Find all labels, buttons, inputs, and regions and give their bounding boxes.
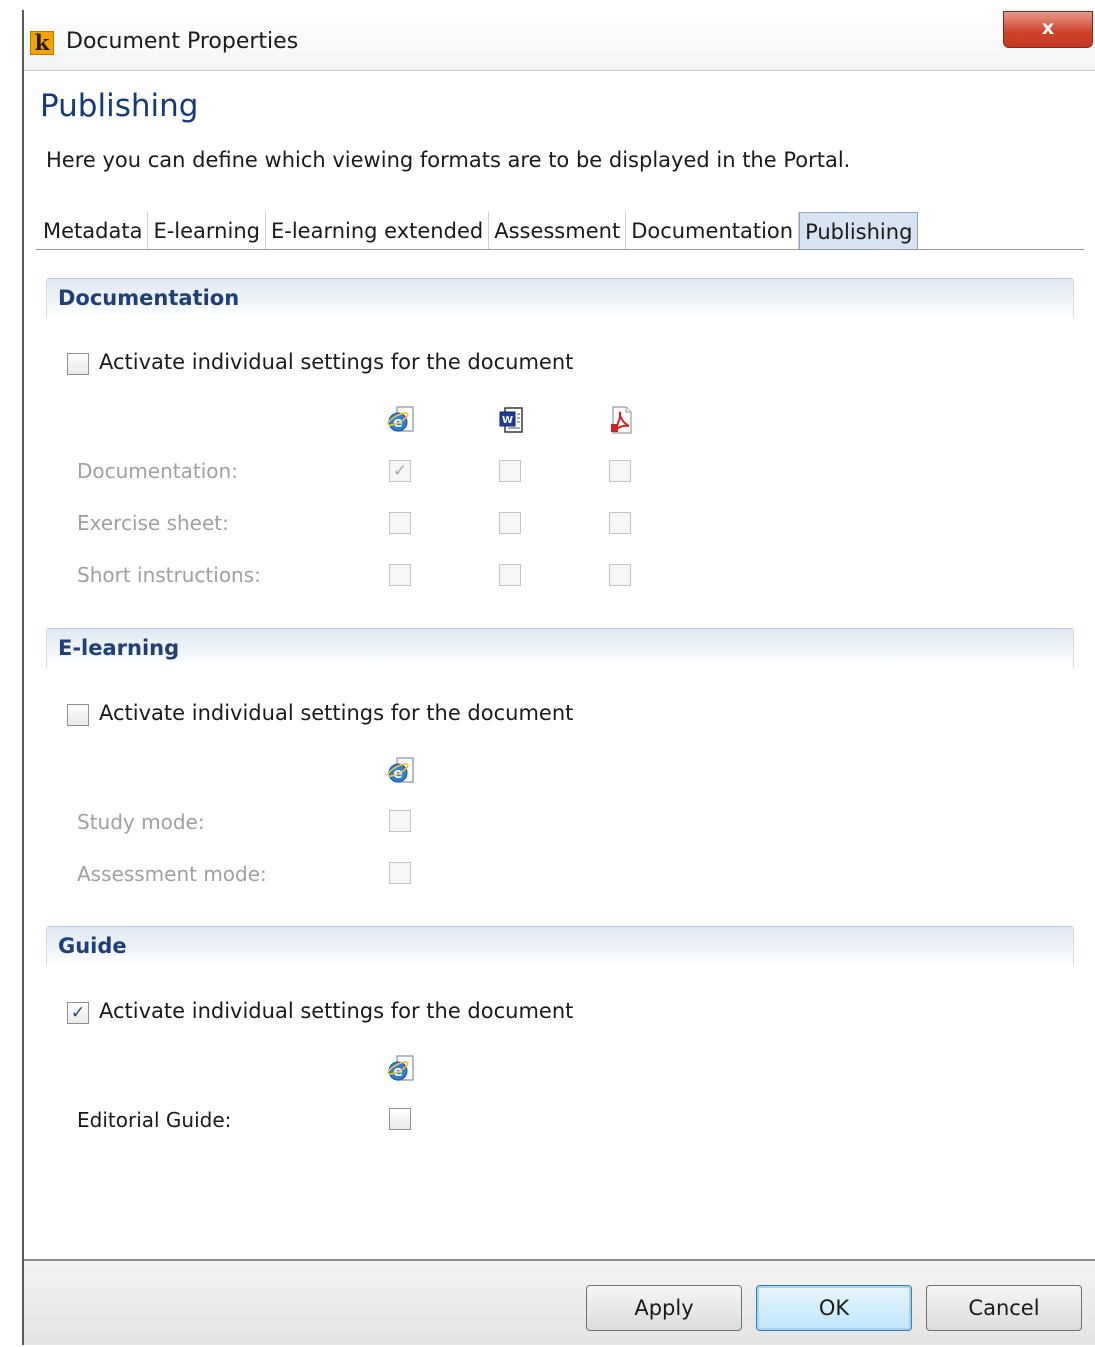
tab-metadata[interactable]: Metadata (38, 212, 149, 250)
ok-button[interactable]: OK (756, 1285, 912, 1331)
exercise-sheet-html-checkbox[interactable] (389, 512, 411, 534)
assessment-mode-html-checkbox[interactable] (389, 862, 411, 884)
dialog-window (22, 10, 1095, 1345)
internet-explorer-icon: e (386, 1053, 416, 1085)
apply-button[interactable]: Apply (586, 1285, 742, 1331)
documentation-activate-checkbox[interactable] (67, 353, 89, 375)
e-learning-activate-checkbox[interactable] (67, 704, 89, 726)
documentation-html-checkbox[interactable]: ✓ (389, 460, 411, 482)
guide-activate-label: Activate individual settings for the doc… (99, 999, 574, 1023)
tab-publishing[interactable]: Publishing (799, 212, 919, 250)
tab-assessment[interactable]: Assessment (489, 212, 627, 250)
exercise-sheet-word-checkbox[interactable] (499, 512, 521, 534)
study-mode-html-checkbox[interactable] (389, 810, 411, 832)
section-title: Documentation (58, 286, 240, 310)
section-header-documentation: Documentation (46, 278, 1074, 318)
tab-bar: Metadata E-learning E-learning extended … (38, 212, 919, 250)
row-label-exercise-sheet: Exercise sheet: (77, 511, 229, 535)
short-instructions-pdf-checkbox[interactable] (609, 564, 631, 586)
row-label-documentation: Documentation: (77, 459, 238, 483)
row-label-study-mode: Study mode: (77, 810, 205, 834)
close-icon: x (1041, 17, 1055, 39)
cancel-button[interactable]: Cancel (926, 1285, 1082, 1331)
internet-explorer-icon: e (386, 404, 416, 436)
tab-divider (36, 249, 1084, 250)
page-description: Here you can define which viewing format… (46, 148, 851, 172)
app-logo-icon: k (30, 31, 54, 55)
editorial-guide-html-checkbox[interactable] (389, 1108, 411, 1130)
section-header-e-learning: E-learning (46, 628, 1074, 668)
row-label-editorial-guide: Editorial Guide: (77, 1108, 232, 1132)
svg-text:W: W (502, 415, 513, 426)
close-button[interactable]: x (1003, 11, 1093, 48)
word-document-icon: W (496, 404, 526, 436)
documentation-word-checkbox[interactable] (499, 460, 521, 482)
section-title: Guide (58, 934, 127, 958)
short-instructions-html-checkbox[interactable] (389, 564, 411, 586)
e-learning-activate-label: Activate individual settings for the doc… (99, 701, 574, 725)
guide-activate-checkbox[interactable]: ✓ (67, 1002, 89, 1024)
exercise-sheet-pdf-checkbox[interactable] (609, 512, 631, 534)
internet-explorer-icon: e (386, 755, 416, 787)
tab-e-learning-extended[interactable]: E-learning extended (266, 212, 490, 250)
row-label-short-instructions: Short instructions: (77, 563, 261, 587)
documentation-pdf-checkbox[interactable] (609, 460, 631, 482)
page-title: Publishing (40, 88, 199, 124)
window-title: Document Properties (66, 29, 299, 54)
short-instructions-word-checkbox[interactable] (499, 564, 521, 586)
row-label-assessment-mode: Assessment mode: (77, 862, 267, 886)
tab-documentation[interactable]: Documentation (626, 212, 800, 250)
section-title: E-learning (58, 636, 180, 660)
section-header-guide: Guide (46, 926, 1074, 966)
tab-e-learning[interactable]: E-learning (148, 212, 266, 250)
pdf-document-icon (606, 404, 636, 436)
documentation-activate-label: Activate individual settings for the doc… (99, 350, 574, 374)
